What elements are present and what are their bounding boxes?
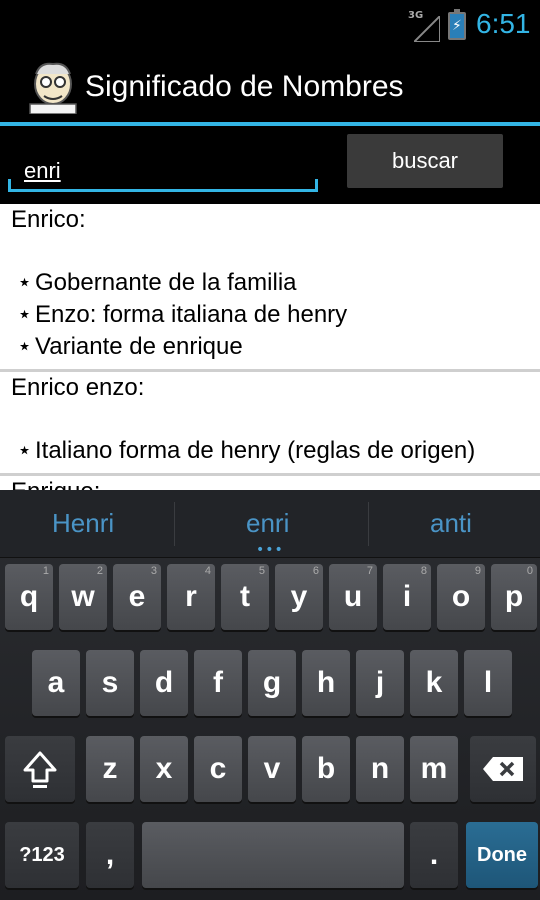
result-name: Enrique: bbox=[11, 478, 540, 490]
backspace-key[interactable] bbox=[470, 736, 536, 802]
result-name: Enrico enzo: bbox=[11, 374, 145, 401]
key-x[interactable]: x bbox=[140, 736, 188, 802]
search-input-value[interactable]: enri bbox=[24, 158, 61, 184]
result-item[interactable]: Enrico enzo: ⋆ Italiano forma de henry (r… bbox=[0, 372, 540, 476]
key-l[interactable]: l bbox=[464, 650, 512, 716]
network-indicator: 3G bbox=[408, 10, 440, 42]
bullet-icon: ⋆ bbox=[17, 301, 33, 328]
key-h[interactable]: h bbox=[302, 650, 350, 716]
key-c[interactable]: c bbox=[194, 736, 242, 802]
more-suggestions-icon: ••• bbox=[256, 542, 284, 558]
key-s[interactable]: s bbox=[86, 650, 134, 716]
suggestion-item[interactable]: anti bbox=[430, 508, 472, 539]
result-definition: ⋆ Enzo: forma italiana de henry bbox=[11, 299, 540, 331]
status-time: 6:51 bbox=[476, 8, 531, 39]
result-definition: ⋆ Variante de enrique bbox=[11, 331, 540, 363]
key-w[interactable]: w2 bbox=[59, 564, 107, 630]
search-button[interactable]: buscar bbox=[347, 134, 503, 188]
status-bar: 3G ⚡ 6:51 bbox=[0, 0, 540, 50]
result-definition: ⋆ Italiano forma de henry (reglas de orig… bbox=[11, 435, 540, 467]
bullet-icon: ⋆ bbox=[17, 269, 33, 296]
key-f[interactable]: f bbox=[194, 650, 242, 716]
space-key[interactable] bbox=[142, 822, 404, 888]
key-p[interactable]: p0 bbox=[491, 564, 537, 630]
key-g[interactable]: g bbox=[248, 650, 296, 716]
action-bar: Significado de Nombres bbox=[0, 50, 540, 126]
key-a[interactable]: a bbox=[32, 650, 80, 716]
suggestion-strip: Henri enri ••• anti bbox=[0, 490, 540, 558]
symbols-key[interactable]: ?123 bbox=[5, 822, 79, 888]
key-i[interactable]: i8 bbox=[383, 564, 431, 630]
key-u[interactable]: u7 bbox=[329, 564, 377, 630]
key-m[interactable]: m bbox=[410, 736, 458, 802]
signal-icon bbox=[414, 16, 440, 42]
comma-key[interactable]: , bbox=[86, 822, 134, 888]
period-key[interactable]: . bbox=[410, 822, 458, 888]
charging-bolt-icon: ⚡ bbox=[452, 18, 462, 34]
key-j[interactable]: j bbox=[356, 650, 404, 716]
search-area: enri buscar bbox=[0, 126, 540, 204]
soft-keyboard: Henri enri ••• anti q1 w2 e3 r4 t5 y6 u7… bbox=[0, 490, 540, 900]
result-item[interactable]: Enrico: ⋆ Gobernante de la familia ⋆ Enzo:… bbox=[0, 204, 540, 372]
key-r[interactable]: r4 bbox=[167, 564, 215, 630]
input-edge-right bbox=[315, 179, 318, 189]
input-edge-left bbox=[8, 179, 11, 189]
bullet-icon: ⋆ bbox=[17, 333, 33, 360]
key-e[interactable]: e3 bbox=[113, 564, 161, 630]
key-t[interactable]: t5 bbox=[221, 564, 269, 630]
bullet-icon: ⋆ bbox=[17, 437, 33, 464]
suggestion-item-selected[interactable]: enri bbox=[246, 508, 289, 539]
key-o[interactable]: o9 bbox=[437, 564, 485, 630]
key-b[interactable]: b bbox=[302, 736, 350, 802]
done-key[interactable]: Done bbox=[466, 822, 538, 888]
search-input[interactable]: enri bbox=[8, 138, 318, 192]
backspace-icon bbox=[483, 757, 523, 781]
suggestion-item[interactable]: Henri bbox=[52, 508, 114, 539]
results-list[interactable]: Enrico: ⋆ Gobernante de la familia ⋆ Enzo:… bbox=[0, 204, 540, 490]
result-item[interactable]: Enrique: bbox=[0, 476, 540, 490]
key-z[interactable]: z bbox=[86, 736, 134, 802]
key-q[interactable]: q1 bbox=[5, 564, 53, 630]
key-v[interactable]: v bbox=[248, 736, 296, 802]
cartoon-face-icon[interactable] bbox=[26, 60, 80, 114]
result-name: Enrico: bbox=[11, 206, 86, 233]
key-d[interactable]: d bbox=[140, 650, 188, 716]
key-y[interactable]: y6 bbox=[275, 564, 323, 630]
shift-key[interactable] bbox=[5, 736, 75, 802]
shift-arrow-icon bbox=[23, 751, 57, 788]
battery-icon: ⚡ bbox=[448, 9, 466, 40]
result-definition: ⋆ Gobernante de la familia bbox=[11, 267, 540, 299]
key-k[interactable]: k bbox=[410, 650, 458, 716]
key-n[interactable]: n bbox=[356, 736, 404, 802]
app-title: Significado de Nombres bbox=[85, 70, 404, 103]
